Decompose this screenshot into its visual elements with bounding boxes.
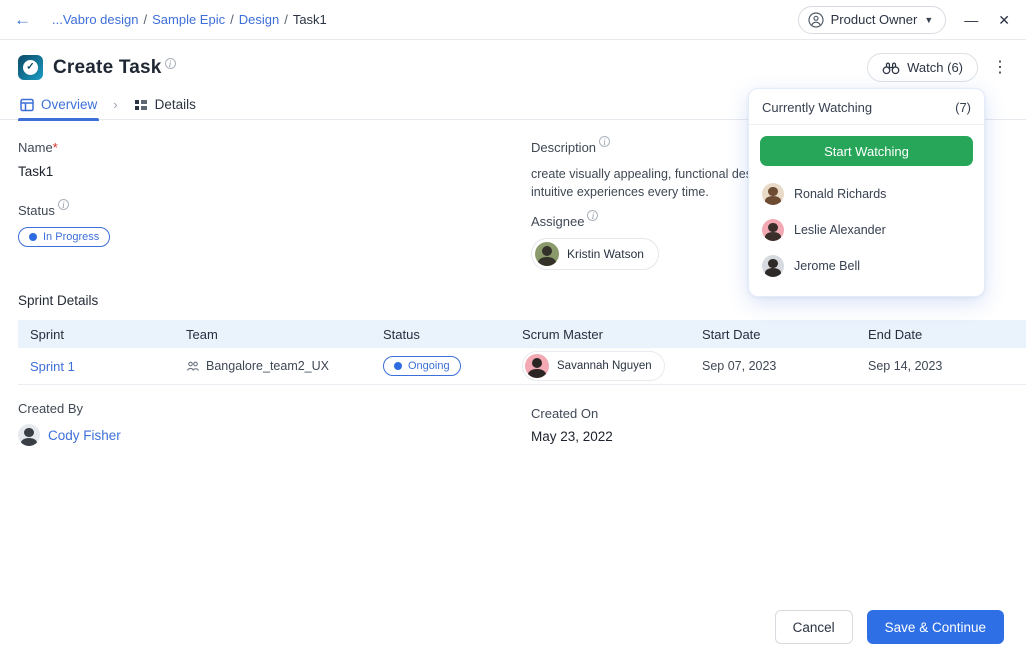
overview-table-icon [20, 98, 34, 112]
name-field-label: Name* [18, 140, 531, 155]
sprint-table: Sprint Team Status Scrum Master Start Da… [18, 320, 1026, 385]
avatar [762, 219, 784, 241]
column-header-start-date: Start Date [702, 327, 868, 342]
status-field-label: Statusi [18, 203, 531, 218]
save-continue-button[interactable]: Save & Continue [867, 610, 1004, 644]
sprint-table-header: Sprint Team Status Scrum Master Start Da… [18, 320, 1026, 348]
watchers-list: Ronald Richards Leslie Alexander Jerome … [749, 170, 984, 296]
created-on-value: May 23, 2022 [531, 429, 1008, 444]
table-row: Sprint 1 Bangalore_team2_UX Ongoing [18, 348, 1026, 385]
team-name: Bangalore_team2_UX [206, 359, 329, 373]
watcher-name: Leslie Alexander [794, 223, 886, 237]
cancel-button[interactable]: Cancel [775, 610, 853, 644]
team-icon [186, 360, 200, 372]
created-by-link[interactable]: Cody Fisher [48, 428, 121, 443]
end-date-cell: Sep 14, 2023 [868, 359, 1026, 373]
breadcrumb-root[interactable]: ...Vabro design [52, 12, 138, 27]
status-dot-icon [394, 362, 402, 370]
binoculars-icon [882, 61, 900, 75]
info-icon: i [587, 210, 598, 221]
assignee-chip[interactable]: Kristin Watson [531, 238, 659, 270]
column-header-scrum-master: Scrum Master [522, 327, 702, 342]
column-header-team: Team [186, 327, 383, 342]
breadcrumb-epic[interactable]: Sample Epic [152, 12, 225, 27]
list-item[interactable]: Leslie Alexander [762, 212, 971, 248]
scrum-master-chip[interactable]: Savannah Nguyen [522, 351, 665, 381]
avatar [535, 242, 559, 266]
tab-overview[interactable]: Overview [18, 90, 99, 120]
column-header-sprint: Sprint [30, 327, 186, 342]
created-on-label: Created On [531, 406, 1008, 421]
close-button[interactable]: ✕ [996, 11, 1012, 29]
page-title: Create Task [53, 57, 162, 79]
popup-title: Currently Watching [762, 100, 872, 115]
breadcrumb-design[interactable]: Design [239, 12, 279, 27]
list-item[interactable]: Jerome Bell [762, 248, 971, 284]
scrum-master-name: Savannah Nguyen [557, 360, 652, 372]
kebab-menu-icon[interactable]: ⋮ [992, 60, 1008, 76]
info-icon: i [599, 136, 610, 147]
chevron-right-icon: › [113, 97, 117, 112]
task-check-icon: ✓ [18, 55, 43, 80]
status-badge[interactable]: In Progress [18, 227, 110, 247]
avatar [18, 424, 40, 446]
team-cell: Bangalore_team2_UX [186, 359, 383, 373]
tab-overview-label: Overview [41, 97, 97, 112]
column-header-end-date: End Date [868, 327, 1026, 342]
sprint-link[interactable]: Sprint 1 [30, 359, 186, 374]
back-arrow-icon[interactable]: ← [14, 10, 38, 30]
top-bar: ← ...Vabro design / Sample Epic / Design… [0, 0, 1026, 40]
name-field-value[interactable]: Task1 [18, 164, 531, 179]
avatar [762, 255, 784, 277]
minimize-button[interactable]: — [962, 11, 980, 29]
created-by-label: Created By [18, 401, 531, 416]
created-section: Created By Cody Fisher Created On May 23… [18, 401, 1008, 446]
column-header-status: Status [383, 327, 522, 342]
breadcrumb-separator: / [230, 12, 234, 27]
assignee-name: Kristin Watson [567, 247, 644, 261]
user-circle-icon [808, 12, 824, 28]
status-dot-icon [29, 233, 37, 241]
role-selector-dropdown[interactable]: Product Owner ▼ [798, 6, 947, 34]
start-date-cell: Sep 07, 2023 [702, 359, 868, 373]
breadcrumb-separator: / [284, 12, 288, 27]
start-watching-button[interactable]: Start Watching [760, 136, 973, 166]
breadcrumb: ...Vabro design / Sample Epic / Design /… [52, 12, 327, 27]
required-marker: * [53, 140, 58, 155]
details-list-icon [134, 98, 148, 112]
info-icon: i [58, 199, 69, 210]
watcher-count: (7) [955, 100, 971, 115]
watch-button[interactable]: Watch (6) [867, 53, 978, 82]
list-item[interactable]: Ronald Richards [762, 176, 971, 212]
sprint-status-label: Ongoing [408, 360, 450, 372]
chevron-down-icon: ▼ [924, 15, 933, 25]
avatar [762, 183, 784, 205]
status-badge-label: In Progress [43, 231, 99, 243]
tab-details-label: Details [155, 97, 196, 112]
currently-watching-popup: Currently Watching (7) Start Watching Ro… [748, 88, 985, 297]
page-header: ✓ Create Task i Watch (6) ⋮ [0, 40, 1026, 90]
footer-actions: Cancel Save & Continue [775, 610, 1004, 644]
sprint-status-badge: Ongoing [383, 356, 461, 376]
watch-button-label: Watch (6) [907, 60, 963, 75]
breadcrumb-separator: / [143, 12, 147, 27]
breadcrumb-current: Task1 [293, 12, 327, 27]
tab-details[interactable]: Details [132, 90, 198, 120]
avatar [525, 354, 549, 378]
app-window: ← ...Vabro design / Sample Epic / Design… [0, 0, 1026, 660]
info-icon: i [165, 58, 176, 69]
role-selector-label: Product Owner [831, 12, 918, 27]
watcher-name: Ronald Richards [794, 187, 886, 201]
watcher-name: Jerome Bell [794, 259, 860, 273]
